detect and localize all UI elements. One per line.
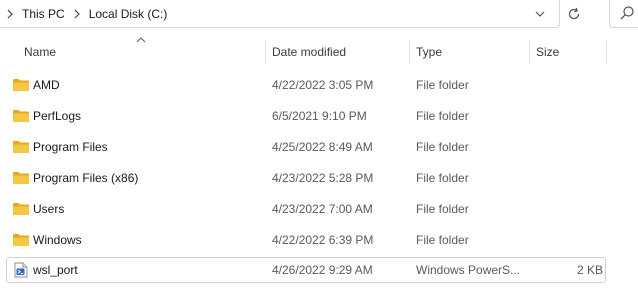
file-row-amd[interactable]: AMD 4/22/2022 3:05 PM File folder	[6, 72, 606, 98]
file-type: File folder	[416, 140, 469, 154]
file-row-perflogs[interactable]: PerfLogs 6/5/2021 9:10 PM File folder	[6, 103, 606, 129]
folder-icon	[13, 110, 29, 122]
column-header-size[interactable]: Size	[536, 40, 596, 64]
column-divider[interactable]	[529, 40, 530, 64]
file-date-modified: 4/22/2022 6:39 PM	[272, 233, 374, 247]
file-name: Program Files (x86)	[33, 171, 139, 185]
file-row-windows[interactable]: Windows 4/22/2022 6:39 PM File folder	[6, 227, 606, 253]
search-icon	[620, 6, 634, 20]
chevron-right-icon[interactable]	[2, 6, 18, 22]
powershell-script-icon	[14, 262, 28, 278]
file-name: Windows	[33, 233, 82, 247]
address-bar[interactable]: This PC Local Disk (C:)	[0, 0, 560, 28]
file-date-modified: 4/22/2022 3:05 PM	[272, 78, 374, 92]
folder-icon	[13, 141, 29, 153]
file-type: File folder	[416, 78, 469, 92]
file-row-users[interactable]: Users 4/23/2022 7:00 AM File folder	[6, 196, 606, 222]
file-name: wsl_port	[33, 263, 78, 277]
file-name: PerfLogs	[33, 109, 82, 123]
file-type: File folder	[416, 202, 469, 216]
file-size: 2 KB	[576, 263, 603, 277]
file-size	[537, 104, 603, 128]
refresh-button[interactable]	[560, 0, 588, 28]
file-name: Program Files	[33, 140, 108, 154]
file-size	[537, 197, 603, 221]
column-divider[interactable]	[409, 40, 410, 64]
file-size	[537, 135, 603, 159]
file-date-modified: 4/23/2022 5:28 PM	[272, 171, 374, 185]
file-size	[537, 73, 603, 97]
file-type: Windows PowerS...	[416, 263, 521, 277]
search-box[interactable]	[609, 0, 638, 28]
column-header-name[interactable]: Name	[24, 40, 264, 64]
refresh-icon	[568, 7, 580, 20]
file-name: AMD	[33, 78, 60, 92]
column-divider[interactable]	[606, 40, 607, 64]
column-header-date-modified[interactable]: Date modified	[272, 40, 407, 64]
column-header-type[interactable]: Type	[416, 40, 526, 64]
file-type: File folder	[416, 233, 469, 247]
column-divider[interactable]	[265, 40, 266, 64]
file-date-modified: 4/23/2022 7:00 AM	[272, 202, 373, 216]
file-row-wsl-port[interactable]: wsl_port 4/26/2022 9:29 AM Windows Power…	[6, 257, 606, 283]
breadcrumb-item-local-disk[interactable]: Local Disk (C:)	[85, 7, 172, 21]
file-row-program-files-x86[interactable]: Program Files (x86) 4/23/2022 5:28 PM Fi…	[6, 165, 606, 191]
address-history-button[interactable]	[529, 4, 551, 24]
file-name: Users	[33, 202, 65, 216]
breadcrumb-item-this-pc[interactable]: This PC	[18, 7, 69, 21]
folder-icon	[13, 172, 29, 184]
file-type: File folder	[416, 171, 469, 185]
file-date-modified: 4/25/2022 8:49 AM	[272, 140, 373, 154]
file-row-program-files[interactable]: Program Files 4/25/2022 8:49 AM File fol…	[6, 134, 606, 160]
folder-icon	[13, 79, 29, 91]
chevron-right-icon[interactable]	[69, 6, 85, 22]
chevron-down-icon	[535, 11, 545, 17]
file-type: File folder	[416, 109, 469, 123]
file-size	[537, 228, 603, 252]
file-size	[537, 166, 603, 190]
folder-icon	[13, 203, 29, 215]
breadcrumb: This PC Local Disk (C:)	[2, 4, 171, 24]
file-date-modified: 6/5/2021 9:10 PM	[272, 109, 367, 123]
file-date-modified: 4/26/2022 9:29 AM	[272, 263, 373, 277]
folder-icon	[13, 234, 29, 246]
